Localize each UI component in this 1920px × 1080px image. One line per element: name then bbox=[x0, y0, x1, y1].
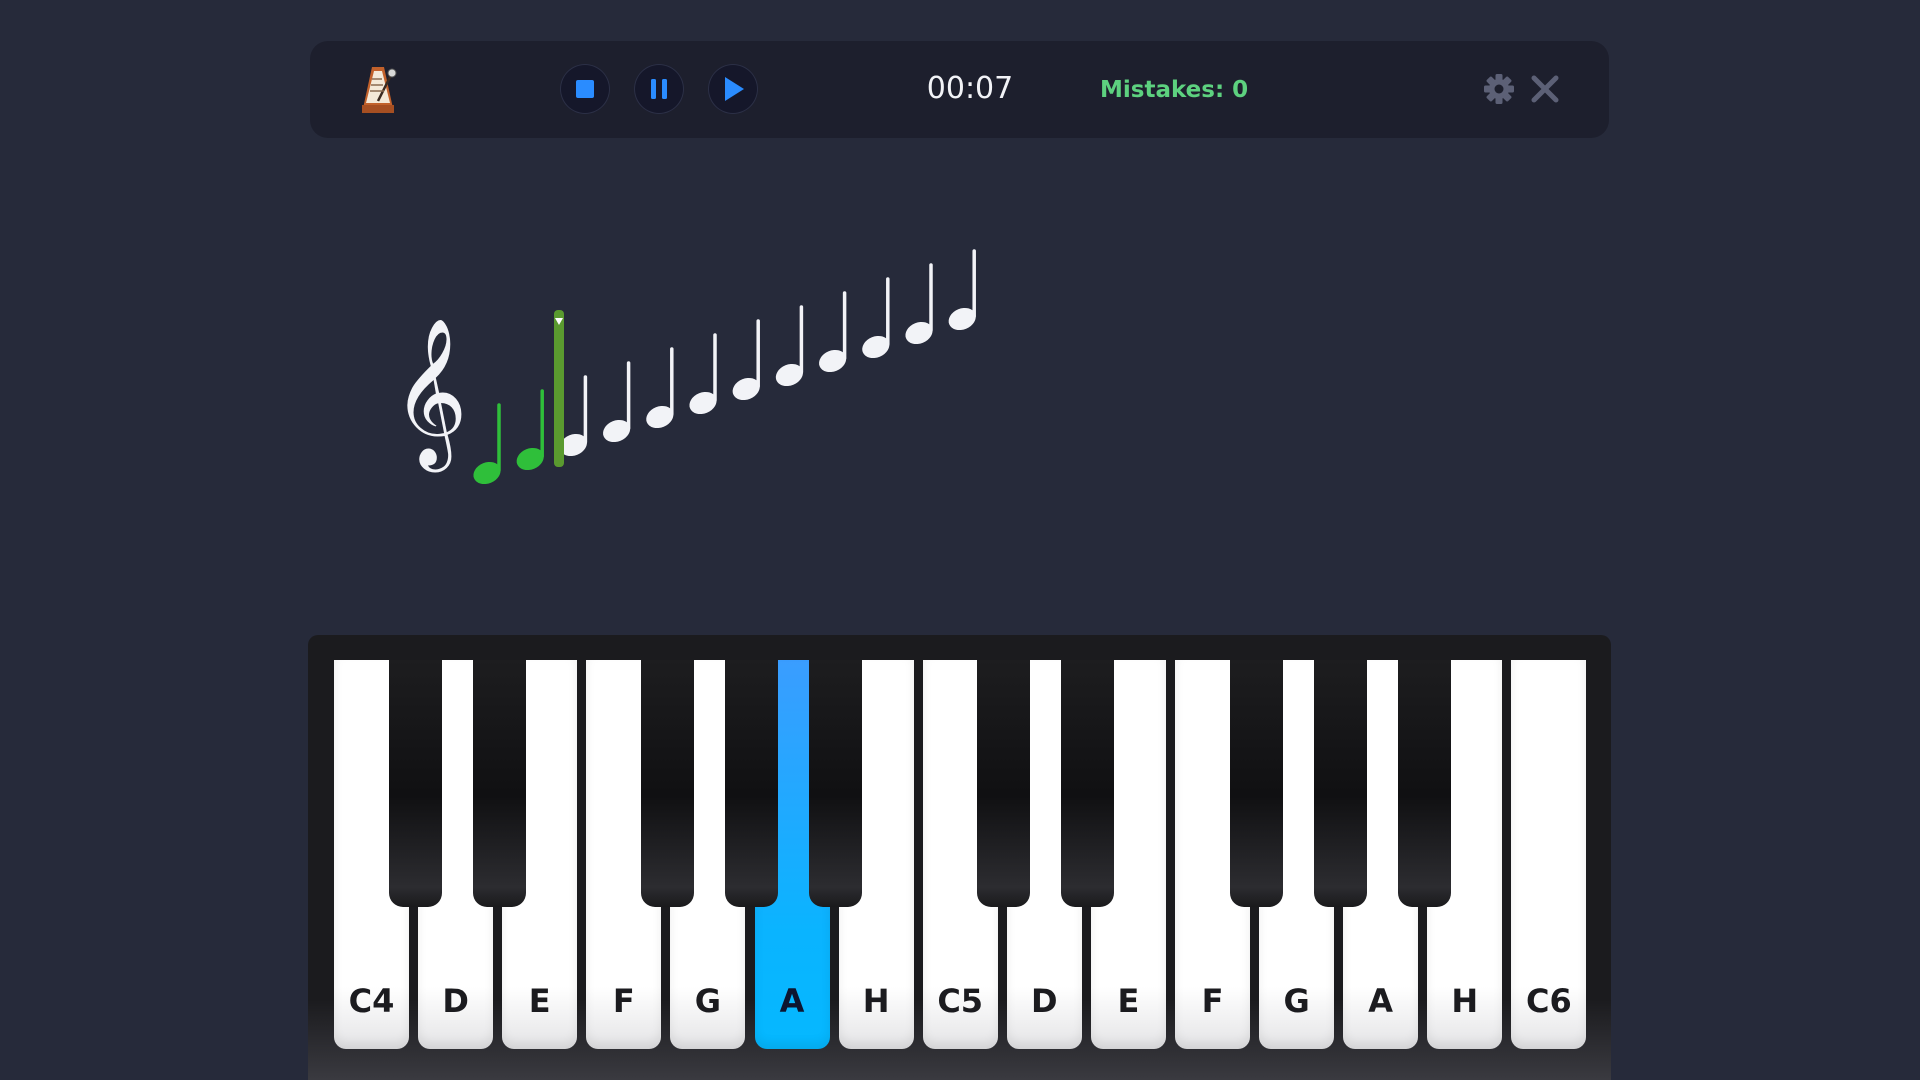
note bbox=[862, 277, 890, 359]
piano-key-label: H bbox=[1451, 982, 1479, 1020]
play-icon bbox=[725, 77, 744, 101]
note bbox=[775, 305, 804, 387]
piano-key-label: H bbox=[862, 982, 890, 1020]
note bbox=[948, 249, 976, 331]
piano-key-white[interactable]: C6 bbox=[1511, 660, 1587, 1049]
pause-button[interactable] bbox=[634, 64, 684, 114]
gear-icon[interactable] bbox=[1482, 72, 1516, 106]
piano-key-label: E bbox=[528, 982, 551, 1020]
piano-key-label: A bbox=[1368, 982, 1394, 1020]
note bbox=[516, 389, 544, 471]
piano-key-label: A bbox=[779, 982, 805, 1020]
piano-key-label: C5 bbox=[937, 982, 984, 1020]
treble-clef-icon: 𝄞 bbox=[392, 317, 468, 472]
piano-key-black[interactable] bbox=[725, 660, 778, 907]
note bbox=[603, 361, 631, 443]
piano-key-label: C6 bbox=[1526, 982, 1572, 1020]
close-icon[interactable] bbox=[1528, 72, 1562, 106]
piano-key-black[interactable] bbox=[1061, 660, 1115, 907]
pause-icon bbox=[651, 79, 667, 99]
note bbox=[689, 333, 717, 415]
piano-key-label: D bbox=[1031, 982, 1058, 1020]
stop-icon bbox=[576, 80, 594, 98]
notes bbox=[473, 249, 976, 485]
piano-key-black[interactable] bbox=[1313, 660, 1367, 907]
piano-key-label: F bbox=[1201, 982, 1224, 1020]
metronome-icon[interactable] bbox=[358, 63, 404, 117]
note bbox=[905, 263, 933, 345]
piano-key-black[interactable] bbox=[1229, 660, 1283, 907]
stop-button[interactable] bbox=[560, 64, 610, 114]
mistakes-counter: Mistakes: 0 bbox=[1100, 77, 1249, 103]
piano-key-black[interactable] bbox=[640, 660, 694, 907]
note bbox=[819, 291, 847, 373]
piano-key-black[interactable] bbox=[977, 660, 1031, 907]
play-button[interactable] bbox=[708, 64, 758, 114]
playhead-cursor bbox=[554, 310, 564, 467]
piano-key-label: E bbox=[1117, 982, 1140, 1020]
piano-key-label: F bbox=[612, 982, 635, 1020]
piano-key-black[interactable] bbox=[472, 660, 526, 907]
piano-key-black[interactable] bbox=[809, 660, 863, 907]
toolbar: 00:07 Mistakes: 0 bbox=[310, 41, 1609, 138]
piano-key-label: G bbox=[1283, 982, 1310, 1020]
elapsed-timer: 00:07 bbox=[926, 71, 1014, 106]
app-stage: 00:07 Mistakes: 0 𝄞 C4 D E F G A H C5 D … bbox=[0, 0, 1920, 1080]
piano-key-label: G bbox=[694, 982, 722, 1020]
piano-keyboard: C4 D E F G A H C5 D E F G A H C6 bbox=[308, 635, 1611, 1080]
piano-key-black[interactable] bbox=[1397, 660, 1451, 907]
music-staff: 𝄞 bbox=[352, 249, 1570, 485]
piano-key-black[interactable] bbox=[388, 660, 442, 907]
piano-key-label: C4 bbox=[348, 982, 395, 1020]
piano-key-label: D bbox=[442, 982, 469, 1020]
